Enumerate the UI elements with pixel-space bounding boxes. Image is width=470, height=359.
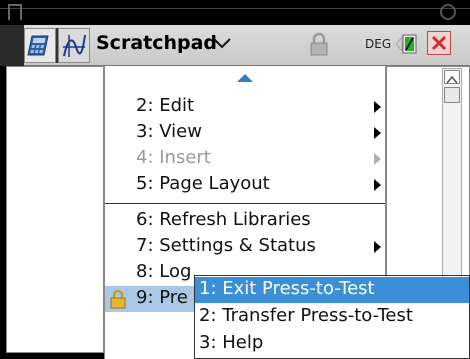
document-icon <box>8 4 22 20</box>
menu-item-refresh-libraries[interactable]: 6: Refresh Libraries <box>105 208 385 234</box>
scroll-up-icon <box>446 75 458 84</box>
press-to-test-submenu: 1: Exit Press-to-Test 2: Transfer Press-… <box>194 275 470 359</box>
menu-item-label: 4: Insert <box>136 147 211 168</box>
menu-item-label: 2: Edit <box>136 95 195 116</box>
submenu-arrow-icon <box>374 101 381 113</box>
calculator-icon <box>27 35 49 56</box>
menu-divider <box>105 203 385 204</box>
angle-mode-indicator: DEG <box>365 37 392 51</box>
close-icon <box>431 35 447 51</box>
menu-item-insert: 4: Insert <box>105 146 385 172</box>
lock-icon <box>310 32 328 56</box>
submenu-item-help[interactable]: 3: Help <box>195 331 469 357</box>
scroll-up-button[interactable] <box>444 70 460 84</box>
graph-icon <box>63 34 86 57</box>
document-toolbar: Scratchpad DEG <box>0 25 470 66</box>
battery-icon <box>396 34 417 54</box>
system-strip <box>0 0 470 25</box>
menu-item-label: 8: Log <box>136 261 192 282</box>
menu-item-edit[interactable]: 2: Edit <box>105 94 385 120</box>
document-title[interactable]: Scratchpad <box>96 32 217 54</box>
menu-item-label: 5: Page Layout <box>136 173 270 194</box>
lock-icon <box>110 289 126 309</box>
submenu-item-label: 2: Transfer Press-to-Test <box>199 305 413 326</box>
menu-item-label: 7: Settings & Status <box>136 235 316 256</box>
submenu-arrow-icon <box>374 241 381 253</box>
submenu-item-label: 3: Help <box>199 332 264 353</box>
tools-tab[interactable] <box>24 28 56 63</box>
menu-item-settings-status[interactable]: 7: Settings & Status <box>105 234 385 260</box>
submenu-item-transfer-press-to-test[interactable]: 2: Transfer Press-to-Test <box>195 304 469 330</box>
submenu-item-exit-press-to-test[interactable]: 1: Exit Press-to-Test <box>195 277 469 303</box>
submenu-arrow-icon <box>374 179 381 191</box>
scroll-thumb[interactable] <box>444 87 460 103</box>
toolbar-left-edge <box>0 25 24 66</box>
menu-item-label: 3: View <box>136 121 202 142</box>
menu-item-view[interactable]: 3: View <box>105 120 385 146</box>
status-icon <box>440 4 456 20</box>
submenu-item-label: 1: Exit Press-to-Test <box>199 278 375 299</box>
left-work-area[interactable] <box>6 66 104 353</box>
close-button[interactable] <box>427 31 451 55</box>
menu-scroll-up-icon[interactable] <box>236 72 254 84</box>
submenu-arrow-icon <box>374 153 381 165</box>
menu-item-label: 9: Pre <box>136 287 188 308</box>
submenu-arrow-icon <box>374 127 381 139</box>
graph-tab[interactable] <box>58 28 90 63</box>
chevron-down-icon[interactable] <box>211 32 233 54</box>
strip-divider <box>0 8 470 9</box>
menu-item-page-layout[interactable]: 5: Page Layout <box>105 172 385 198</box>
menu-item-label: 6: Refresh Libraries <box>136 209 311 230</box>
